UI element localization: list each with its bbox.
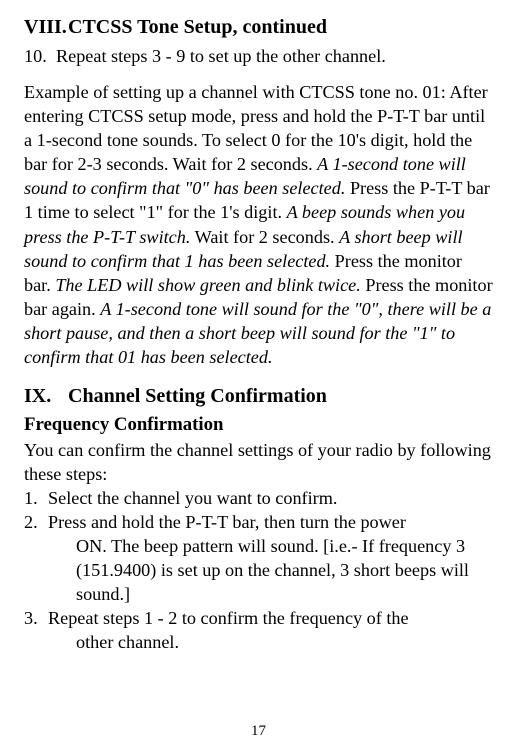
example-text-3: Wait for 2 seconds. — [190, 227, 339, 247]
list-item: 1.Select the channel you want to confirm… — [24, 486, 493, 510]
list-item: 3.Repeat steps 1 - 2 to confirm the freq… — [24, 606, 493, 654]
example-italic-4: The LED will show green and blink twice. — [55, 275, 360, 295]
list-item: 2.Press and hold the P-T-T bar, then tur… — [24, 510, 493, 606]
example-paragraph: Example of setting up a channel with CTC… — [24, 80, 493, 368]
list-item-body: Press and hold the P-T-T bar, then turn … — [48, 510, 478, 534]
list-item-continuation: ON. The beep pattern will sound. [i.e.- … — [24, 534, 493, 606]
section-8-number: VIII. — [24, 14, 68, 40]
page-number: 17 — [0, 722, 517, 742]
list-item-body: Repeat steps 1 - 2 to confirm the freque… — [48, 606, 478, 630]
frequency-confirmation-subheading: Frequency Confirmation — [24, 413, 493, 438]
section-9-intro: You can confirm the channel settings of … — [24, 438, 493, 486]
list-item-continuation: other channel. — [24, 630, 493, 654]
step-10: 10.Repeat steps 3 - 9 to set up the othe… — [24, 44, 493, 68]
section-8-title: CTCSS Tone Setup, continued — [68, 16, 327, 38]
step-10-number: 10. — [24, 44, 56, 68]
section-9-number: IX. — [24, 383, 68, 409]
list-item-body: Select the channel you want to confirm. — [48, 486, 478, 510]
section-9-title: Channel Setting Confirmation — [68, 385, 327, 407]
section-8-heading: VIII.CTCSS Tone Setup, continued — [24, 14, 493, 40]
list-item-number: 1. — [24, 486, 48, 510]
list-item-number: 3. — [24, 606, 48, 630]
section-9-list: 1.Select the channel you want to confirm… — [24, 486, 493, 654]
section-9-heading: IX.Channel Setting Confirmation — [24, 383, 493, 409]
list-item-number: 2. — [24, 510, 48, 534]
step-10-text: Repeat steps 3 - 9 to set up the other c… — [56, 46, 386, 66]
